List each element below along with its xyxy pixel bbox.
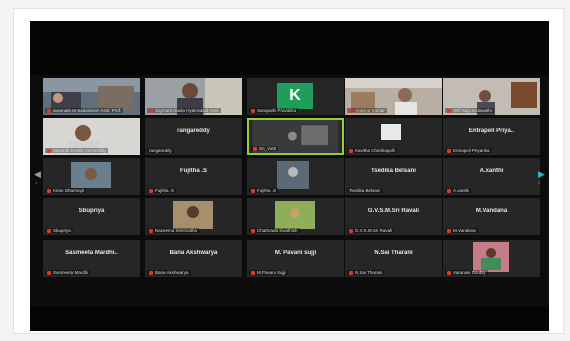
participant-label: Fujitha .S [147, 188, 177, 193]
participant-name: Fujitha .S [180, 168, 207, 174]
participant-label: Chathrada Swathish [249, 228, 300, 233]
participant-label: Aravind Kumar [347, 108, 387, 113]
meeting-photo: Somnath M Sadasivam Asst. Prof. Jaymant … [30, 21, 549, 331]
muted-mic-icon [447, 270, 451, 275]
participant-tile[interactable]: Kiran Dharmajit [43, 158, 140, 195]
muted-mic-icon [47, 228, 51, 233]
muted-mic-icon [447, 188, 451, 193]
participant-label: Kavitha Chinthapalli [347, 148, 397, 153]
next-page-number: 2 [538, 180, 541, 185]
muted-mic-icon [47, 270, 51, 275]
participant-tile[interactable]: M. Pavani sujji M.Pavani Sujji [247, 240, 344, 277]
participant-tile[interactable]: Bana Akshwarya Bana Akshwarya [145, 240, 242, 277]
participant-tile[interactable]: M.Vandana M.Vandana [443, 198, 540, 235]
participant-tile[interactable]: Somnath M Sadasivam Asst. Prof. [43, 78, 140, 115]
video-grid: Somnath M Sadasivam Asst. Prof. Jaymant … [30, 75, 549, 307]
muted-mic-icon [447, 108, 451, 113]
participant-name: M. Pavani sujji [274, 250, 317, 256]
participant-name: Sbupriya [78, 208, 105, 214]
participant-tile[interactable]: Jaymant Naidu Hyderabad Asst. [145, 78, 242, 115]
participant-tile[interactable]: A.xanthi A.xanthi [443, 158, 540, 195]
participant-name: Entrapeli Priya.. [468, 128, 515, 134]
participant-tile[interactable]: Tsedika Belsani Tsedika Belsani [345, 158, 442, 195]
muted-mic-icon [251, 228, 255, 233]
muted-mic-icon [349, 108, 353, 113]
muted-mic-icon [47, 108, 51, 113]
participant-tile[interactable]: Wifi Raju Kolawathi [443, 78, 540, 115]
participant-name: M.Vandana [475, 208, 508, 214]
participant-label: Tsedika Belsani [347, 188, 383, 193]
participant-label: A.xanthi [445, 188, 472, 193]
muted-mic-icon [47, 148, 51, 153]
muted-mic-icon [149, 108, 153, 113]
participant-label: Varanasi Doubly [445, 270, 488, 275]
participant-tile[interactable]: Varanasi Doubly [443, 240, 540, 277]
previous-page-arrow-icon[interactable]: ◀ [34, 169, 41, 179]
participant-label: G.V.S.M.Sri Ravali [347, 228, 395, 233]
participant-label: M.Vandana [445, 228, 478, 233]
participant-label: rangareddy [147, 148, 174, 153]
muted-mic-icon [251, 188, 255, 193]
participant-name: rangareddy [177, 128, 210, 134]
participant-tile[interactable]: G.V.S.M.Sri Ravali G.V.S.M.Sri Ravali [345, 198, 442, 235]
participant-label: Sasanth Reddy Vemireddy [45, 148, 109, 153]
muted-mic-icon [253, 146, 257, 151]
participant-tile[interactable]: Chathrada Swathish [247, 198, 344, 235]
participant-tile[interactable]: Nazeema Seemaitha [145, 198, 242, 235]
participant-label: Jaymant Naidu Hyderabad Asst. [147, 108, 222, 113]
participant-name: Tsedika Belsani [371, 168, 416, 174]
participant-label: Nazeema Seemaitha [147, 228, 200, 233]
participant-tile[interactable]: Aravind Kumar [345, 78, 442, 115]
participant-tile[interactable]: Fujitha .S [247, 158, 344, 195]
participant-tile[interactable]: Entrapeli Priya.. Entrapeli Priyanka [443, 118, 540, 155]
muted-mic-icon [149, 188, 153, 193]
muted-mic-icon [251, 108, 255, 113]
participant-label: Somnath M Sadasivam Asst. Prof. [45, 108, 124, 113]
participant-name: A.xanthi [479, 168, 504, 174]
participant-tile[interactable]: rangareddy rangareddy [145, 118, 242, 155]
muted-mic-icon [349, 228, 353, 233]
muted-mic-icon [149, 270, 153, 275]
participant-name: G.V.S.M.Sri Ravali [367, 208, 420, 214]
participant-label: Bana Akshwarya [147, 270, 191, 275]
participant-tile[interactable]: Sasmeeta Mardhi.. Sasmeeta Mardhi [43, 240, 140, 277]
muted-mic-icon [251, 270, 255, 275]
previous-page-number: 1 [35, 180, 38, 185]
participant-tile[interactable]: N.Sai Tharani N.Sai Tharani [345, 240, 442, 277]
participant-name: Bana Akshwarya [169, 250, 218, 256]
participant-label: Entrapeli Priyanka [445, 148, 492, 153]
muted-mic-icon [447, 148, 451, 153]
participant-label: Sarapathi Pravalika [249, 108, 299, 113]
participant-label: M.Pavani Sujji [249, 270, 288, 275]
participant-label: Kiran Dharmajit [45, 188, 87, 193]
participant-tile[interactable]: Fujitha .S Fujitha .S [145, 158, 242, 195]
participant-tile-active-speaker[interactable]: Sri_Vutti [247, 118, 344, 155]
participant-label: Sasmeeta Mardhi [45, 270, 91, 275]
participant-label: Wifi Raju Kolawathi [445, 108, 494, 113]
participant-name: N.Sai Tharani [374, 250, 413, 256]
muted-mic-icon [149, 228, 153, 233]
participant-tile[interactable]: Sasanth Reddy Vemireddy [43, 118, 140, 155]
participant-label: Sri_Vutti [251, 146, 278, 151]
participant-label: Fujitha .S [249, 188, 279, 193]
profile-avatar: K [277, 83, 313, 109]
participant-name: Sasmeeta Mardhi.. [65, 250, 118, 256]
muted-mic-icon [447, 228, 451, 233]
participant-label: N.Sai Tharani [347, 270, 385, 275]
participant-label: Sbupriya [45, 228, 73, 233]
next-page-arrow-icon[interactable]: ▶ [538, 169, 545, 179]
muted-mic-icon [349, 148, 353, 153]
muted-mic-icon [349, 270, 353, 275]
participant-tile[interactable]: Sbupriya Sbupriya [43, 198, 140, 235]
participant-tile[interactable]: Kavitha Chinthapalli [345, 118, 442, 155]
muted-mic-icon [47, 188, 51, 193]
participant-tile[interactable]: K Sarapathi Pravalika [247, 78, 344, 115]
